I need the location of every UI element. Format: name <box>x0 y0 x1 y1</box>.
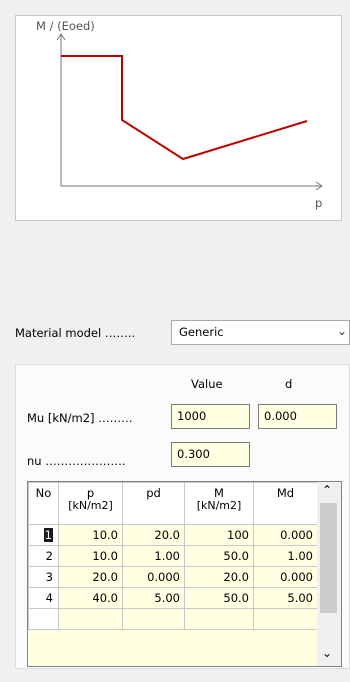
points-grid: No p [kN/m2] pd M [kN/m2] Md 1 10.0 20.0 1… <box>28 482 318 630</box>
scrollbar-thumb[interactable] <box>320 503 337 613</box>
nu-value-field[interactable]: 0.300 <box>171 442 250 467</box>
header-p[interactable]: p [kN/m2] <box>58 482 123 525</box>
header-no-label: No <box>35 486 52 500</box>
cell-p[interactable]: 20.0 <box>58 566 123 588</box>
modulus-curve <box>61 55 308 161</box>
header-m-label: M <box>214 486 224 500</box>
cell-md[interactable]: 5.00 <box>253 587 318 609</box>
header-md-label: Md <box>276 486 295 500</box>
table-row[interactable]: 2 10.0 1.00 50.0 1.00 <box>28 545 318 567</box>
cell-p[interactable]: 10.0 <box>58 524 123 546</box>
row-number[interactable]: 3 <box>28 566 59 588</box>
cell-m[interactable]: 20.0 <box>184 566 254 588</box>
row-number[interactable]: 2 <box>28 545 59 567</box>
header-m[interactable]: M [kN/m2] <box>184 482 254 525</box>
table-row[interactable]: 3 20.0 0.000 20.0 0.000 <box>28 566 318 588</box>
mu-d-field[interactable]: 0.000 <box>258 404 337 429</box>
table-header-row: No p [kN/m2] pd M [kN/m2] Md <box>28 482 318 525</box>
header-pd-label: pd <box>146 486 161 500</box>
table-row[interactable]: 4 40.0 5.00 50.0 5.00 <box>28 587 318 609</box>
row-number[interactable] <box>28 608 59 630</box>
cell-pd[interactable] <box>122 608 185 630</box>
modulus-chart <box>56 33 323 191</box>
mu-value-text: 1000 <box>177 409 207 423</box>
row-number[interactable]: 1 <box>28 524 59 546</box>
chevron-up-icon[interactable]: ⌃ <box>322 483 332 497</box>
cell-pd[interactable]: 5.00 <box>122 587 185 609</box>
cell-pd[interactable]: 1.00 <box>122 545 185 567</box>
cell-m[interactable]: 50.0 <box>184 587 254 609</box>
header-p-label: p <box>86 486 95 500</box>
table-row-empty[interactable] <box>28 608 318 630</box>
material-model-value: Generic <box>179 325 224 339</box>
material-model-label: Material model …….. <box>15 326 136 340</box>
row-number-text: 1 <box>43 528 53 542</box>
mu-value-field[interactable]: 1000 <box>171 404 250 429</box>
cell-p[interactable]: 40.0 <box>58 587 123 609</box>
y-axis-label: M / (Eoed) <box>36 19 95 33</box>
header-m-unit: [kN/m2] <box>196 499 242 512</box>
modulus-chart-panel: M / (Eoed) p <box>15 15 342 221</box>
header-no[interactable]: No <box>28 482 59 525</box>
cell-md[interactable] <box>253 608 318 630</box>
header-pd[interactable]: pd <box>122 482 185 525</box>
table-row[interactable]: 1 10.0 20.0 100 0.000 <box>28 524 318 546</box>
cell-p[interactable] <box>58 608 123 630</box>
x-axis-label: p <box>315 196 323 210</box>
chevron-down-icon: ⌄ <box>336 324 347 338</box>
material-model-select[interactable]: Generic ⌄ <box>171 320 350 345</box>
nu-label: nu ………………… <box>27 454 126 468</box>
mu-label: Mu [kN/m2] ……… <box>27 411 133 425</box>
cell-md[interactable]: 1.00 <box>253 545 318 567</box>
cell-m[interactable]: 100 <box>184 524 254 546</box>
points-table: No p [kN/m2] pd M [kN/m2] Md 1 10.0 20.0 1… <box>27 481 342 667</box>
value-column-header: Value <box>191 377 223 391</box>
mu-d-text: 0.000 <box>264 409 297 423</box>
cell-m[interactable] <box>184 608 254 630</box>
cell-m[interactable]: 50.0 <box>184 545 254 567</box>
header-md[interactable]: Md <box>253 482 318 525</box>
header-p-unit: [kN/m2] <box>68 499 113 512</box>
chevron-down-icon[interactable]: ⌄ <box>322 646 332 660</box>
cell-md[interactable]: 0.000 <box>253 524 318 546</box>
nu-value-text: 0.300 <box>177 447 210 461</box>
d-column-header: d <box>285 377 293 391</box>
cell-pd[interactable]: 0.000 <box>122 566 185 588</box>
cell-p[interactable]: 10.0 <box>58 545 123 567</box>
cell-pd[interactable]: 20.0 <box>122 524 185 546</box>
cell-md[interactable]: 0.000 <box>253 566 318 588</box>
row-number[interactable]: 4 <box>28 587 59 609</box>
